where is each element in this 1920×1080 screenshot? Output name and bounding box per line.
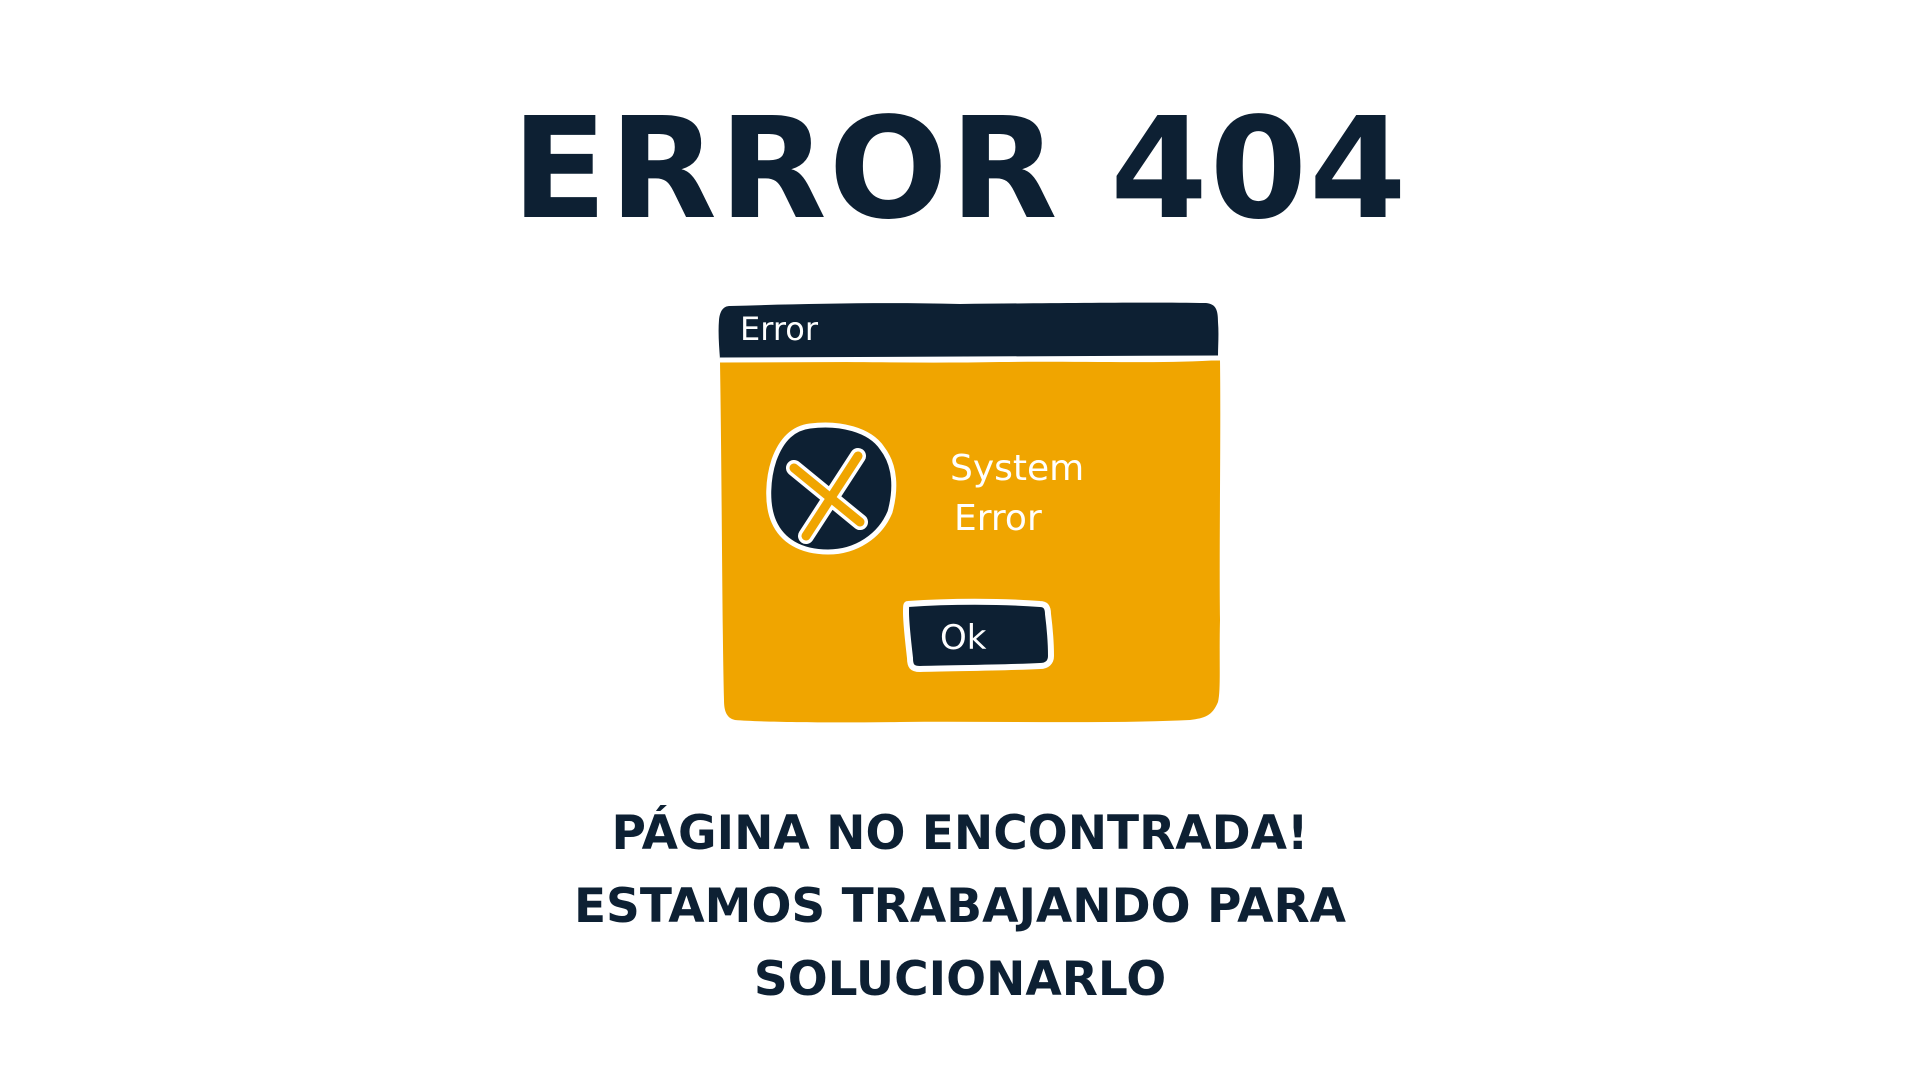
page-title: ERROR 404 xyxy=(511,88,1409,251)
error-dialog-illustration: Error System Error Ok xyxy=(718,302,1221,723)
error-message-line2: ESTAMOS TRABAJANDO PARA xyxy=(573,879,1347,934)
ok-button[interactable]: Ok xyxy=(902,598,1055,673)
dialog-window-title: Error xyxy=(740,310,819,348)
error-message-line3: SOLUCIONARLO xyxy=(753,952,1167,1007)
dialog-message-line2: Error xyxy=(954,498,1042,539)
x-circle-icon xyxy=(766,422,897,555)
error-message-line1: PÁGINA NO ENCONTRADA! xyxy=(611,806,1309,861)
error-page: ERROR 404 Error System Error Ok PÁGINA N… xyxy=(0,0,1920,1080)
error-message: PÁGINA NO ENCONTRADA! ESTAMOS TRABAJANDO… xyxy=(0,797,1920,1016)
ok-button-label: Ok xyxy=(940,618,987,658)
dialog-message-line1: System xyxy=(950,448,1084,489)
